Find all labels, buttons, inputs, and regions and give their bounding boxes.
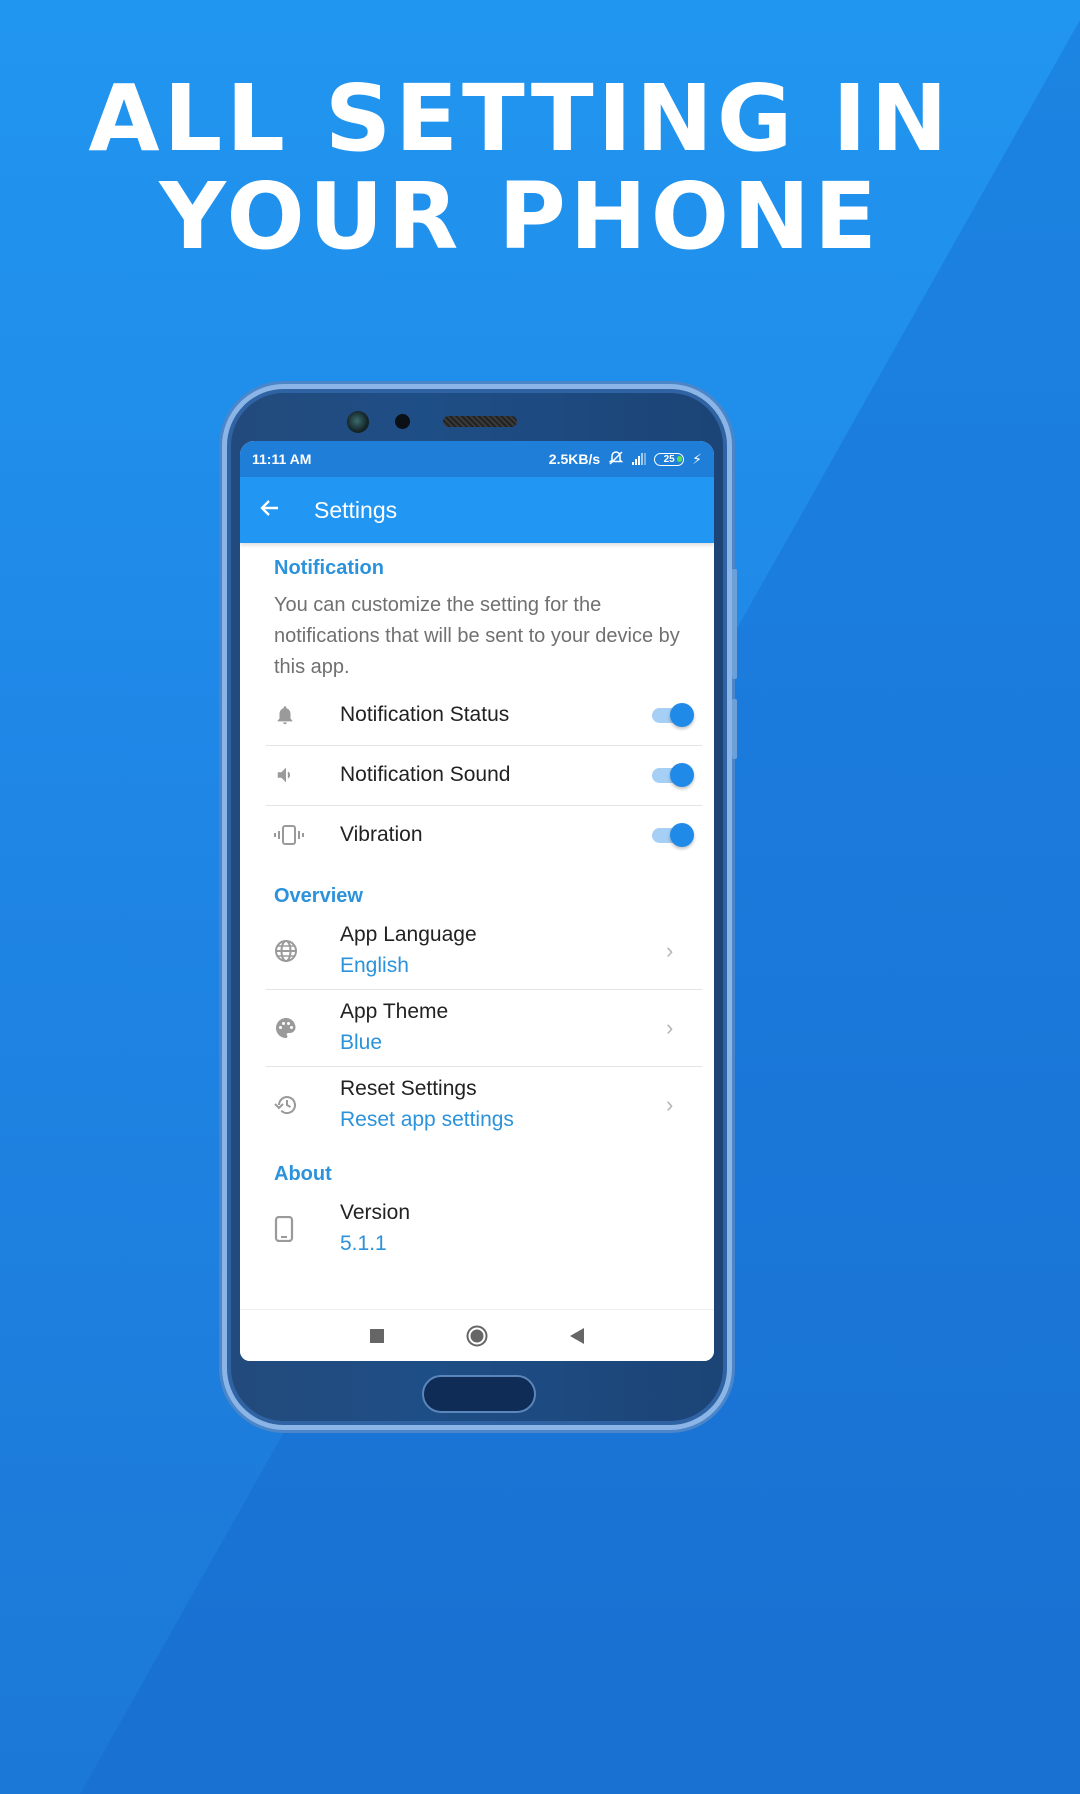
section-title-about: About (274, 1163, 332, 1185)
section-title-notification: Notification (274, 557, 384, 579)
status-bar: 11:11 AM 2.5KB/s 25 ⚡ (240, 441, 714, 477)
vibration-toggle[interactable] (652, 823, 694, 847)
notification-status-toggle[interactable] (652, 703, 694, 727)
reset-settings-value: Reset app settings (340, 1107, 514, 1131)
bell-icon (274, 704, 340, 726)
speaker-icon (274, 764, 340, 786)
arrow-back-icon[interactable] (258, 497, 314, 523)
headline-line-1: ALL SETTING IN (88, 65, 952, 172)
app-theme-label: App Theme (340, 999, 449, 1023)
power-button (732, 699, 737, 759)
chevron-right-icon: › (666, 1014, 674, 1040)
phone-icon (274, 1215, 340, 1242)
palette-icon (274, 1016, 340, 1040)
phone-screen: 11:11 AM 2.5KB/s 25 ⚡ Settings Notificat (240, 441, 714, 1361)
app-theme-value: Blue (340, 1030, 383, 1054)
home-button[interactable] (427, 1325, 527, 1347)
phone-mockup: 11:11 AM 2.5KB/s 25 ⚡ Settings Notificat (222, 384, 737, 1430)
vibration-icon (274, 824, 340, 846)
triangle-back-icon (570, 1327, 584, 1344)
setting-version[interactable]: Version 5.1.1 (274, 1190, 692, 1267)
page-title: Settings (314, 496, 398, 523)
recents-button[interactable] (327, 1328, 427, 1343)
notification-description: You can customize the setting for the no… (274, 594, 680, 678)
setting-app-theme[interactable]: App Theme Blue › (266, 989, 702, 1066)
mute-bell-icon (608, 450, 624, 469)
battery-level: 25 (663, 453, 675, 465)
charging-icon: ⚡ (692, 450, 702, 467)
reset-settings-label: Reset Settings (340, 1076, 477, 1100)
vibration-label: Vibration (340, 823, 423, 846)
history-icon (274, 1093, 340, 1117)
app-language-value: English (340, 953, 409, 977)
chevron-right-icon: › (666, 937, 674, 963)
network-speed: 2.5KB/s (548, 451, 601, 467)
signal-icon (632, 453, 647, 465)
front-camera (347, 411, 369, 433)
square-icon (370, 1328, 384, 1343)
chevron-right-icon: › (666, 1091, 674, 1117)
proximity-sensor (395, 414, 410, 429)
notification-sound-toggle[interactable] (652, 763, 694, 787)
settings-content: Notification You can customize the setti… (240, 557, 714, 1267)
hardware-home-button (422, 1375, 536, 1413)
earpiece-speaker (443, 416, 517, 427)
volume-button (732, 569, 737, 679)
section-title-overview: Overview (274, 885, 363, 907)
circle-icon (466, 1325, 488, 1346)
setting-notification-status[interactable]: Notification Status (274, 685, 694, 745)
setting-vibration[interactable]: Vibration (266, 805, 702, 865)
notification-sound-label: Notification Sound (340, 763, 511, 786)
setting-notification-sound[interactable]: Notification Sound (266, 745, 702, 805)
version-label: Version (340, 1200, 411, 1224)
back-button[interactable] (527, 1327, 627, 1344)
system-nav-bar (240, 1309, 714, 1361)
app-language-label: App Language (340, 922, 477, 946)
app-bar: Settings (240, 477, 714, 543)
setting-reset-settings[interactable]: Reset Settings Reset app settings › (266, 1066, 702, 1143)
headline-line-2: YOUR PHONE (159, 163, 881, 270)
setting-app-language[interactable]: App Language English › (274, 912, 692, 989)
battery-icon: 25 (654, 452, 685, 466)
globe-icon (274, 939, 340, 963)
version-value: 5.1.1 (340, 1231, 387, 1255)
notification-status-label: Notification Status (340, 703, 510, 726)
status-time: 11:11 AM (252, 451, 312, 467)
headline: ALL SETTING IN YOUR PHONE (0, 70, 1040, 266)
